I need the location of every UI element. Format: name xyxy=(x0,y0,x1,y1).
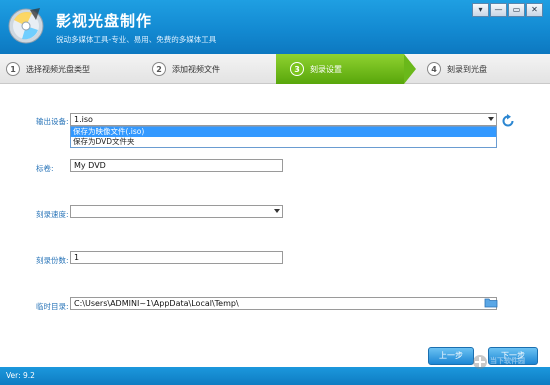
maximize-button[interactable]: ▭ xyxy=(508,3,525,17)
minimize-button[interactable]: — xyxy=(490,3,507,17)
burn-speed-label: 刻录速度: xyxy=(36,210,69,219)
menu-button[interactable]: ▾ xyxy=(472,3,489,17)
output-device-value: 1.iso xyxy=(74,115,93,124)
active-step-arrow xyxy=(404,54,416,84)
step-label: 刻录设置 xyxy=(310,64,342,74)
watermark: 当下软件园 xyxy=(472,352,544,384)
temp-dir-label: 临时目录: xyxy=(36,302,69,311)
app-title: 影视光盘制作 xyxy=(56,12,153,30)
close-button[interactable]: ✕ xyxy=(526,3,543,17)
watermark-text: 当下软件园 xyxy=(490,357,525,365)
step-burn-settings[interactable]: 3 刻录设置 xyxy=(276,54,404,84)
disc-logo-icon xyxy=(8,8,44,44)
burn-speed-select[interactable] xyxy=(70,205,283,218)
step-label: 添加视频文件 xyxy=(172,64,220,74)
step-number: 4 xyxy=(427,62,441,76)
prev-step-button[interactable]: 上一步 xyxy=(428,347,474,365)
app-subtitle: 锐动多媒体工具-专业、易用、免费的多媒体工具 xyxy=(56,35,217,44)
step-label: 刻录到光盘 xyxy=(447,64,487,74)
step-select-disc-type[interactable]: 1 选择视频光盘类型 xyxy=(6,54,90,84)
status-bar: Ver: 9.2 xyxy=(0,367,550,385)
title-bar: 影视光盘制作 锐动多媒体工具-专业、易用、免费的多媒体工具 ▾ — ▭ ✕ xyxy=(0,0,550,54)
step-burn-to-disc[interactable]: 4 刻录到光盘 xyxy=(427,54,487,84)
refresh-icon[interactable] xyxy=(501,114,515,128)
volume-label-input[interactable]: My DVD xyxy=(70,159,283,172)
steps-bar: 1 选择视频光盘类型 2 添加视频文件 3 刻录设置 4 刻录到光盘 xyxy=(0,54,550,84)
volume-label-label: 标卷: xyxy=(36,164,54,173)
version-text: Ver: 9.2 xyxy=(6,371,35,380)
step-number: 1 xyxy=(6,62,20,76)
dropdown-arrow-icon xyxy=(488,117,494,121)
output-device-select[interactable]: 1.iso xyxy=(70,113,497,126)
watermark-logo-icon xyxy=(473,355,487,369)
temp-dir-input[interactable]: C:\Users\ADMINI~1\AppData\Local\Temp\ xyxy=(70,297,497,310)
step-label: 选择视频光盘类型 xyxy=(26,64,90,74)
copies-label: 刻录份数: xyxy=(36,256,69,265)
window-controls: ▾ — ▭ ✕ xyxy=(472,3,543,17)
copies-input[interactable]: 1 xyxy=(70,251,283,264)
step-number: 2 xyxy=(152,62,166,76)
dropdown-arrow-icon xyxy=(274,209,280,213)
folder-icon[interactable] xyxy=(484,297,498,308)
settings-panel: 输出设备: 1.iso 保存为映像文件(.iso) 保存为DVD文件夹 标卷: … xyxy=(0,85,550,367)
step-number: 3 xyxy=(290,62,304,76)
option-save-dvd-folder[interactable]: 保存为DVD文件夹 xyxy=(71,137,496,147)
output-device-label: 输出设备: xyxy=(36,117,69,126)
step-add-video[interactable]: 2 添加视频文件 xyxy=(152,54,220,84)
output-device-options: 保存为映像文件(.iso) 保存为DVD文件夹 xyxy=(70,126,497,148)
option-save-iso[interactable]: 保存为映像文件(.iso) xyxy=(71,127,496,137)
